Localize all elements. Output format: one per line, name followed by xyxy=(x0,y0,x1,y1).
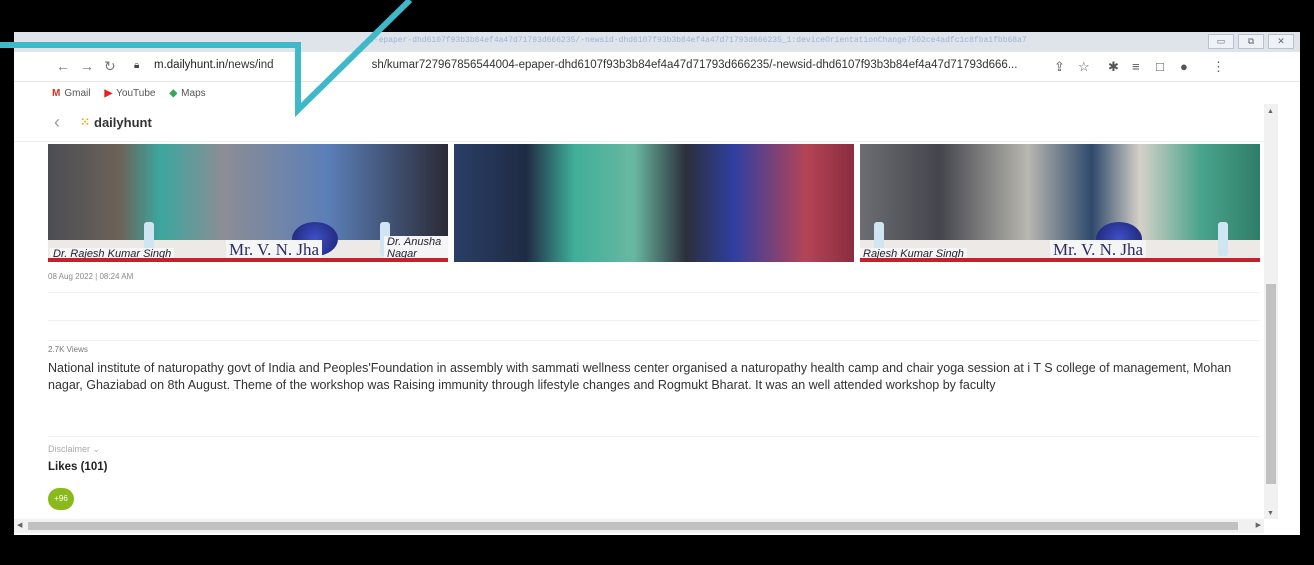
article-photo[interactable]: Rajesh Kumar Singh Mr. V. N. Jha xyxy=(860,144,1260,262)
scroll-left-arrow-icon[interactable]: ◀ xyxy=(17,521,22,529)
menu-kebab-icon[interactable]: ⋮ xyxy=(1212,59,1225,75)
forward-arrow-icon[interactable]: → xyxy=(80,58,94,74)
bookmark-gmail[interactable]: M Gmail xyxy=(52,88,90,99)
water-bottle xyxy=(1218,222,1228,256)
red-strip xyxy=(48,258,448,262)
tab-strip: d-epaper-dhd6107f93b3b84ef4a47d71793d666… xyxy=(14,32,1300,52)
article-body: National institute of naturopathy govt o… xyxy=(48,361,1232,392)
nameplate: Mr. V. N. Jha xyxy=(226,240,323,260)
likes-count: Likes (101) xyxy=(48,461,108,473)
extensions-icon[interactable]: ✱ xyxy=(1108,59,1119,75)
tab-url-faded: d-epaper-dhd6107f93b3b84ef4a47d71793d666… xyxy=(369,36,1027,45)
share-icon[interactable]: ⇪ xyxy=(1054,59,1065,75)
view-count: 2.7K Views xyxy=(48,345,88,354)
profile-icon[interactable]: ● xyxy=(1180,59,1188,74)
app-header: ‹ ⁙ dailyhunt xyxy=(14,104,1264,142)
disclaimer-toggle[interactable]: Disclaimer ⌄ xyxy=(48,444,100,455)
address-bar[interactable]: m.dailyhunt.in/news/ind sh/kumar727967856… xyxy=(154,59,1024,71)
divider xyxy=(48,436,1260,437)
browser-window: d-epaper-dhd6107f93b3b84ef4a47d71793d666… xyxy=(14,32,1300,535)
url-rest: sh/kumar727967856544004-epaper-dhd6107f9… xyxy=(371,59,1018,71)
article-photo[interactable] xyxy=(454,144,854,262)
url-path: /news/ind xyxy=(224,59,274,71)
bookmark-label: YouTube xyxy=(116,87,156,99)
bookmark-star-icon[interactable]: ☆ xyxy=(1078,59,1090,75)
divider xyxy=(48,340,1260,341)
reading-list-icon[interactable]: ≡ xyxy=(1132,59,1140,74)
screenshot-frame: d-epaper-dhd6107f93b3b84ef4a47d71793d666… xyxy=(0,0,1314,565)
window-controls: ▭ ⧉ ✕ xyxy=(1208,34,1294,49)
dailyhunt-logo-icon: ⁙ xyxy=(80,115,91,129)
dailyhunt-logo[interactable]: dailyhunt xyxy=(94,115,152,130)
scroll-down-arrow-icon[interactable]: ▼ xyxy=(1267,510,1274,517)
article-photos: Dr. Rajesh Kumar Singh Mr. V. N. Jha Dr.… xyxy=(48,144,1260,262)
maps-icon: ◆ xyxy=(169,87,178,99)
youtube-icon: ▶ xyxy=(104,87,113,99)
minimize-button[interactable]: ▭ xyxy=(1208,34,1234,49)
divider xyxy=(48,292,1260,293)
article-date: 08 Aug 2022 | 08:24 AM xyxy=(48,272,134,281)
like-button[interactable]: +96 xyxy=(48,488,74,510)
reload-icon[interactable]: ↻ xyxy=(104,58,116,75)
back-arrow-icon[interactable]: ← xyxy=(56,58,70,74)
bookmark-label: Maps xyxy=(181,87,206,99)
horizontal-scroll-thumb[interactable] xyxy=(28,522,1238,530)
restore-button[interactable]: ⧉ xyxy=(1238,34,1264,49)
close-button[interactable]: ✕ xyxy=(1268,34,1294,49)
bookmark-maps[interactable]: ◆ Maps xyxy=(169,88,205,99)
red-strip xyxy=(860,258,1260,262)
divider xyxy=(48,320,1260,321)
back-chevron-icon[interactable]: ‹ xyxy=(54,112,60,133)
nameplate: Mr. V. N. Jha xyxy=(1050,240,1147,260)
article-photo[interactable]: Dr. Rajesh Kumar Singh Mr. V. N. Jha Dr.… xyxy=(48,144,448,262)
bookmarks-bar: M Gmail ▶ YouTube ◆ Maps xyxy=(14,84,1300,102)
vertical-scrollbar[interactable]: ▲ ▼ xyxy=(1264,104,1278,519)
page-content: ‹ ⁙ dailyhunt Dr. Rajesh Kumar Singh Mr.… xyxy=(14,104,1264,519)
browser-toolbar: ← → ↻ 🔒︎ m.dailyhunt.in/news/ind sh/kumar… xyxy=(14,52,1300,82)
horizontal-scrollbar[interactable]: ◀ ▶ xyxy=(14,519,1264,533)
gmail-icon: M xyxy=(52,87,61,99)
scroll-right-arrow-icon[interactable]: ▶ xyxy=(1256,521,1261,529)
scroll-up-arrow-icon[interactable]: ▲ xyxy=(1267,108,1274,115)
url-host: m.dailyhunt.in xyxy=(154,59,225,71)
bookmark-label: Gmail xyxy=(64,87,91,99)
lock-icon[interactable]: 🔒︎ xyxy=(134,60,139,71)
bookmark-youtube[interactable]: ▶ YouTube xyxy=(104,88,155,99)
side-panel-icon[interactable]: □ xyxy=(1156,59,1164,74)
nameplate: Dr. Anusha Nagar xyxy=(384,236,448,260)
vertical-scroll-thumb[interactable] xyxy=(1266,284,1276,484)
